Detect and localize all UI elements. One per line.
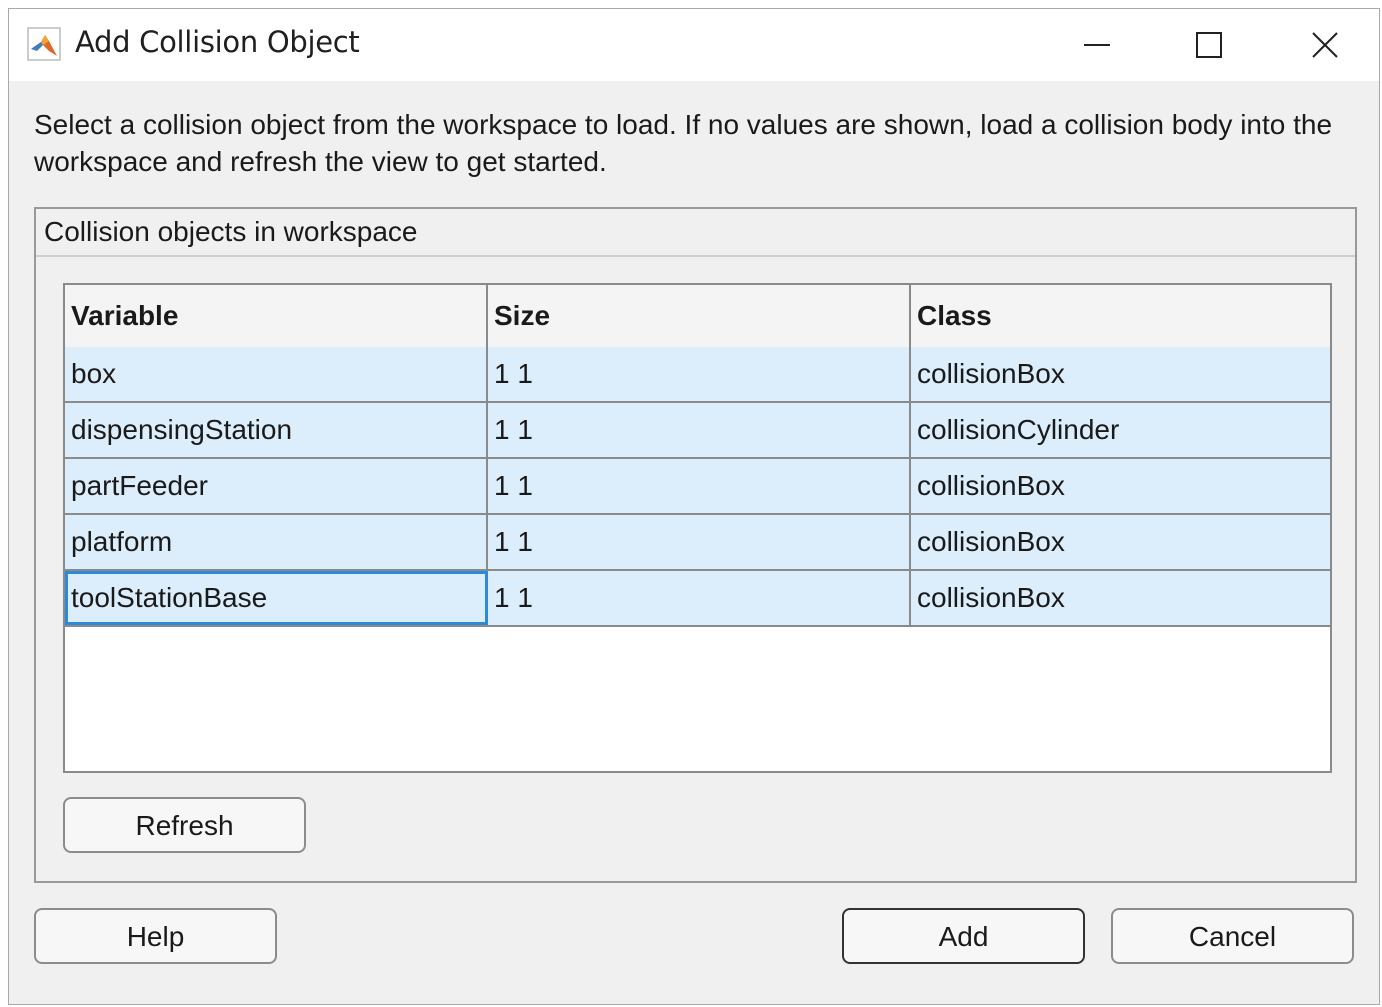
variable-cell[interactable]: platform [65, 515, 488, 569]
size-cell[interactable]: 1 1 [488, 403, 911, 457]
close-button[interactable] [1295, 19, 1355, 71]
column-header-variable[interactable]: Variable [65, 285, 488, 347]
class-cell[interactable]: collisionCylinder [911, 403, 1330, 457]
dialog-window: Add Collision Object Select a collision … [8, 8, 1380, 1005]
minimize-button[interactable] [1067, 19, 1127, 71]
add-button[interactable]: Add [842, 908, 1085, 964]
table-row[interactable]: dispensingStation 1 1 collisionCylinder [65, 403, 1330, 459]
instructions-text: Select a collision object from the works… [34, 109, 1333, 177]
size-cell[interactable]: 1 1 [488, 347, 911, 401]
class-cell[interactable]: collisionBox [911, 347, 1330, 401]
class-cell[interactable]: collisionBox [911, 515, 1330, 569]
size-cell[interactable]: 1 1 [488, 515, 911, 569]
variable-cell-selected[interactable]: toolStationBase [65, 571, 488, 625]
panel-title: Collision objects in workspace [36, 209, 1355, 257]
table-row[interactable]: partFeeder 1 1 collisionBox [65, 459, 1330, 515]
maximize-icon [1196, 32, 1222, 58]
column-header-size[interactable]: Size [488, 285, 911, 347]
collision-objects-panel: Collision objects in workspace Variable … [34, 207, 1357, 883]
size-cell[interactable]: 1 1 [488, 459, 911, 513]
workspace-table[interactable]: Variable Size Class box 1 1 collisionBox… [63, 283, 1332, 773]
title-bar[interactable]: Add Collision Object [9, 9, 1379, 81]
refresh-button[interactable]: Refresh [63, 797, 306, 853]
variable-cell[interactable]: partFeeder [65, 459, 488, 513]
maximize-button[interactable] [1179, 19, 1239, 71]
size-cell[interactable]: 1 1 [488, 571, 911, 625]
matlab-logo-icon [27, 27, 61, 61]
minimize-icon [1084, 44, 1110, 46]
column-header-class[interactable]: Class [911, 285, 1330, 347]
cancel-button[interactable]: Cancel [1111, 908, 1354, 964]
window-title: Add Collision Object [75, 25, 360, 59]
table-header: Variable Size Class [65, 285, 1330, 349]
class-cell[interactable]: collisionBox [911, 571, 1330, 625]
close-icon [1312, 32, 1338, 58]
class-cell[interactable]: collisionBox [911, 459, 1330, 513]
help-button[interactable]: Help [34, 908, 277, 964]
variable-cell[interactable]: dispensingStation [65, 403, 488, 457]
variable-cell[interactable]: box [65, 347, 488, 401]
table-row[interactable]: toolStationBase 1 1 collisionBox [65, 571, 1330, 627]
table-row[interactable]: platform 1 1 collisionBox [65, 515, 1330, 571]
table-row[interactable]: box 1 1 collisionBox [65, 347, 1330, 403]
